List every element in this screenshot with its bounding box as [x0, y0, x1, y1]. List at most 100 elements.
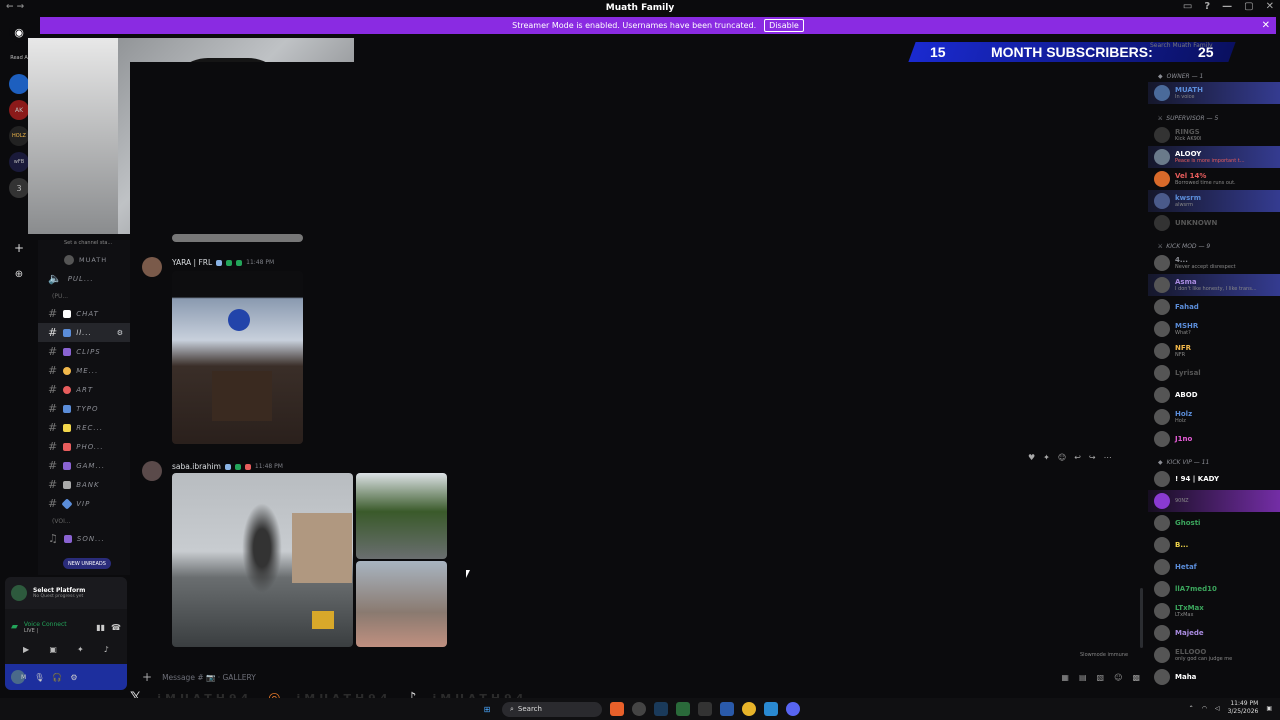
message-author[interactable]: YARA | FRL — [172, 258, 212, 267]
channel-son[interactable]: ♫ SON... — [38, 529, 130, 548]
sticker-icon[interactable]: ▧ — [1097, 673, 1105, 682]
member-item[interactable]: ELLOOO only god can judge me — [1148, 644, 1280, 666]
app-icon[interactable] — [698, 702, 712, 716]
more-icon[interactable]: ⋯ — [1104, 453, 1112, 462]
member-item[interactable]: B... — [1148, 534, 1280, 556]
member-item[interactable]: RINGS Kick AK90l — [1148, 124, 1280, 146]
member-item[interactable]: Vel 14% Borrowed time runs out. — [1148, 168, 1280, 190]
image-attachment[interactable] — [172, 473, 353, 647]
chevron-up-icon[interactable]: ⌃ — [1189, 705, 1194, 712]
channel-chat[interactable]: # CHAT — [38, 304, 130, 323]
channel-pho[interactable]: # PHO... — [38, 437, 130, 456]
image-attachment[interactable] — [356, 473, 447, 559]
channel-gam[interactable]: # GAM... — [38, 456, 130, 475]
wifi-icon[interactable]: ◠ — [1202, 705, 1207, 712]
server-icon-holz[interactable]: HOLZ — [9, 126, 29, 146]
channel-me[interactable]: # ME... — [38, 361, 130, 380]
server-icon-ak[interactable]: AK — [9, 100, 29, 120]
member-item[interactable]: ALOOY Peace is more important t... — [1148, 146, 1280, 168]
maximize-button[interactable]: ▢ — [1244, 1, 1253, 12]
activity-icon[interactable]: ✦ — [77, 645, 84, 654]
reaction-icon[interactable]: ✦ — [1043, 453, 1050, 462]
camera-icon[interactable]: ▶ — [23, 645, 29, 654]
image-attachment[interactable] — [356, 561, 447, 647]
add-server-icon[interactable]: + — [9, 238, 29, 258]
member-item[interactable]: UNKNOWN — [1148, 212, 1280, 234]
volume-icon[interactable]: ◁ — [1215, 705, 1220, 712]
member-item[interactable]: Ghosti — [1148, 512, 1280, 534]
minimize-button[interactable]: — — [1222, 1, 1232, 12]
member-item[interactable]: ABOD — [1148, 384, 1280, 406]
member-item[interactable]: Lyrisal — [1148, 362, 1280, 384]
attach-button[interactable]: + — [142, 670, 152, 684]
member-item[interactable]: Holz Holz — [1148, 406, 1280, 428]
app-icon[interactable] — [720, 702, 734, 716]
mic-icon[interactable]: 🎙 — [34, 673, 44, 682]
channel-gallery-active[interactable]: # ll... ⚙ — [38, 323, 130, 342]
category-voi[interactable]: (VOI... — [38, 513, 130, 529]
steam-icon[interactable] — [654, 702, 668, 716]
disconnect-icon[interactable]: ☎ — [111, 623, 121, 632]
discord-icon[interactable] — [786, 702, 800, 716]
soundboard-icon[interactable]: ♪ — [104, 645, 109, 654]
chrome-icon[interactable] — [742, 702, 756, 716]
previous-image-attachment[interactable] — [172, 234, 303, 242]
emoji-icon[interactable]: ☺ — [1114, 673, 1122, 682]
image-attachment[interactable] — [172, 271, 303, 444]
member-item[interactable]: ! 94 | KADY — [1148, 468, 1280, 490]
help-icon[interactable]: ? — [1204, 1, 1210, 12]
taskbar-search[interactable]: ⌕ Search — [502, 701, 602, 717]
channel-pul[interactable]: 🔈 PUL... — [38, 269, 130, 288]
category-pu[interactable]: (PU... — [38, 288, 130, 304]
settings-icon[interactable]: ⚙ — [117, 329, 124, 337]
member-item[interactable]: llA7med10 — [1148, 578, 1280, 600]
discord-home-icon[interactable]: ◉ — [9, 22, 29, 42]
xbox-icon[interactable] — [676, 702, 690, 716]
message-input[interactable]: Message # 📷 · GALLERY — [162, 673, 256, 682]
channel-typo[interactable]: # TYPO — [38, 399, 130, 418]
screenshare-icon[interactable]: ▣ — [49, 645, 57, 654]
reaction-icon[interactable]: ♥ — [1028, 453, 1035, 462]
chat-scrollbar[interactable] — [1140, 588, 1143, 648]
gif-icon[interactable]: ▤ — [1079, 673, 1087, 682]
avatar[interactable] — [142, 257, 162, 277]
add-reaction-icon[interactable]: ☺ — [1058, 453, 1066, 462]
member-item[interactable]: J1no — [1148, 428, 1280, 450]
quest-panel[interactable]: Select Platform No Quest progress yet — [5, 577, 127, 609]
channel-vip[interactable]: # VIP — [38, 494, 130, 513]
app-icon[interactable] — [764, 702, 778, 716]
channel-clips[interactable]: # CLIPS — [38, 342, 130, 361]
server-label[interactable]: Read A — [9, 48, 29, 68]
member-item[interactable]: MUATH In voice — [1148, 82, 1280, 104]
member-item[interactable]: 4... Never accept disrespect — [1148, 252, 1280, 274]
brave-icon[interactable] — [610, 702, 624, 716]
nav-arrows[interactable]: ← → — [6, 2, 24, 12]
inbox-icon[interactable]: ▭ — [1183, 1, 1192, 12]
reply-icon[interactable]: ↩ — [1074, 453, 1081, 462]
disable-streamer-button[interactable]: Disable — [764, 19, 804, 32]
forward-icon[interactable]: ↪ — [1089, 453, 1096, 462]
avatar[interactable] — [142, 461, 162, 481]
server-icon-1[interactable] — [9, 74, 29, 94]
member-item[interactable]: Asma I don't like honesty, I like trans..… — [1148, 274, 1280, 296]
headphones-icon[interactable]: 🎧 — [52, 673, 62, 682]
member-item[interactable]: Hetaf — [1148, 556, 1280, 578]
app-icon[interactable] — [632, 702, 646, 716]
new-unreads-pill[interactable]: NEW UNREADS — [63, 558, 111, 569]
member-item[interactable]: Maha — [1148, 666, 1280, 688]
gift-icon[interactable]: ▦ — [1061, 673, 1069, 682]
channel-art[interactable]: # ART — [38, 380, 130, 399]
member-item[interactable]: LTxMax LTxMax — [1148, 600, 1280, 622]
notifications-icon[interactable]: ▣ — [1266, 705, 1272, 712]
discover-icon[interactable]: ⊕ — [9, 264, 29, 284]
voice-user[interactable]: MUATH — [38, 250, 130, 269]
server-icon-wfb[interactable]: wFB — [9, 152, 29, 172]
member-item[interactable]: 90NZ — [1148, 490, 1280, 512]
member-item[interactable]: Fahad — [1148, 296, 1280, 318]
channel-rec[interactable]: # REC... — [38, 418, 130, 437]
member-item[interactable]: kwsrm alwsrm — [1148, 190, 1280, 212]
voice-channel[interactable]: LIVE | — [24, 628, 90, 634]
close-banner-icon[interactable]: ✕ — [1262, 20, 1270, 31]
member-item[interactable]: MSHR What? — [1148, 318, 1280, 340]
server-icon-3[interactable]: 3 — [9, 178, 29, 198]
